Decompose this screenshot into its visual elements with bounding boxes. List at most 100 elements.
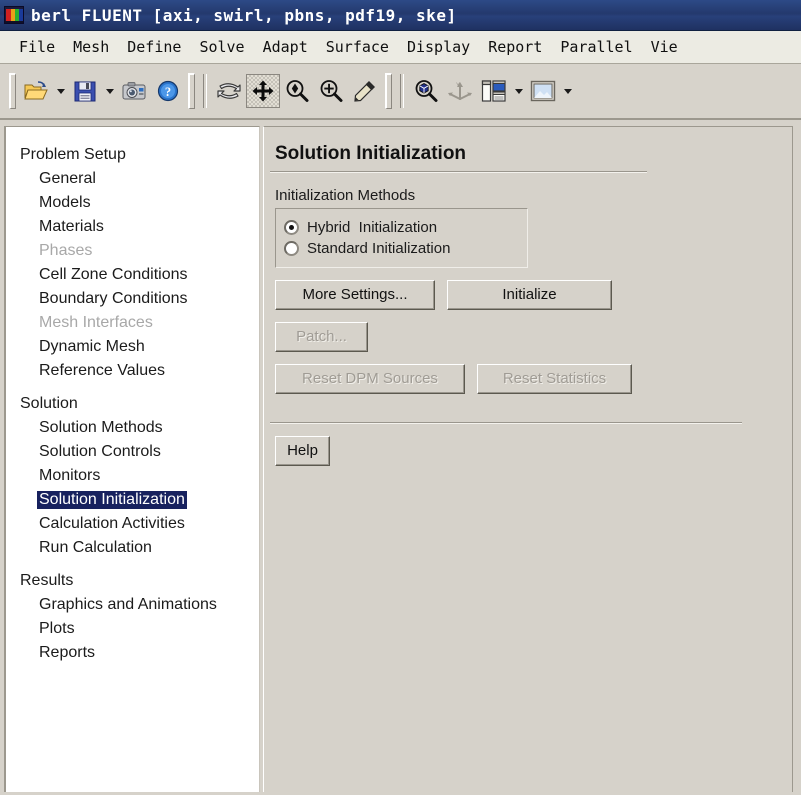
content-area: Problem Setup General Models Materials P… <box>0 120 801 795</box>
layout-dropdown[interactable] <box>511 74 526 108</box>
sidebar-item-general[interactable]: General <box>6 167 259 191</box>
sidebar-item-models[interactable]: Models <box>6 191 259 215</box>
patch-button-row: Patch... <box>264 322 792 352</box>
sidebar-item-reports[interactable]: Reports <box>6 641 259 665</box>
sidebar-item-label: Phases <box>39 242 93 259</box>
sidebar-item-label: Graphics and Animations <box>39 596 217 613</box>
sidebar-item-label: Solution Initialization <box>37 491 187 509</box>
sidebar-item-mesh-interfaces: Mesh Interfaces <box>6 311 259 335</box>
reset-button-row: Reset DPM Sources Reset Statistics <box>264 364 792 394</box>
sidebar-item-label: Monitors <box>39 467 101 484</box>
radio-hybrid-initialization[interactable]: Hybrid Initialization <box>284 217 521 238</box>
sidebar-item-dynamic-mesh[interactable]: Dynamic Mesh <box>6 335 259 359</box>
reset-statistics-button: Reset Statistics <box>477 364 632 394</box>
menu-item-adapt[interactable]: Adapt <box>254 35 317 60</box>
sidebar-item-solution-initialization[interactable]: Solution Initialization <box>6 488 259 512</box>
svg-text:Y: Y <box>456 83 460 89</box>
menu-item-solve[interactable]: Solve <box>190 35 253 60</box>
main-toolbar: ? Y <box>0 64 801 120</box>
open-file-dropdown[interactable] <box>53 74 68 108</box>
sidebar-item-materials[interactable]: Materials <box>6 215 259 239</box>
menu-item-view[interactable]: Vie <box>642 35 687 60</box>
sidebar-item-label: Solution Methods <box>39 419 163 436</box>
sidebar-item-label: General <box>39 170 96 187</box>
sidebar-item-label: Boundary Conditions <box>39 290 188 307</box>
save-file-icon[interactable] <box>68 74 102 108</box>
initialize-button[interactable]: Initialize <box>447 280 612 310</box>
initialization-methods-group: Hybrid Initialization Standard Initializ… <box>275 208 528 268</box>
sidebar-item-boundary-conditions[interactable]: Boundary Conditions <box>6 287 259 311</box>
footer-divider <box>270 422 742 424</box>
sidebar-item-label: Reference Values <box>39 362 165 379</box>
sidebar-item-solution-methods[interactable]: Solution Methods <box>6 416 259 440</box>
reset-view-icon[interactable] <box>212 74 246 108</box>
radio-label: Hybrid Initialization <box>307 219 438 236</box>
fluent-contour-icon <box>4 6 24 24</box>
menu-item-surface[interactable]: Surface <box>317 35 398 60</box>
tree-group-solution[interactable]: Solution <box>6 392 259 416</box>
layout-icon[interactable] <box>477 74 511 108</box>
sidebar-item-run-calculation[interactable]: Run Calculation <box>6 536 259 560</box>
sidebar-item-label: Reports <box>39 644 96 661</box>
radio-on-icon <box>284 220 299 235</box>
menu-item-report[interactable]: Report <box>479 35 551 60</box>
menu-item-define[interactable]: Define <box>118 35 190 60</box>
more-settings-button[interactable]: More Settings... <box>275 280 435 310</box>
sidebar-item-label: Models <box>39 194 91 211</box>
page-title: Solution Initialization <box>275 143 467 164</box>
sidebar-item-monitors[interactable]: Monitors <box>6 464 259 488</box>
svg-text:?: ? <box>165 85 171 99</box>
probe-icon[interactable] <box>348 74 382 108</box>
toolbar-grip-3[interactable] <box>385 73 392 109</box>
help-button[interactable]: Help <box>275 436 330 466</box>
sidebar-item-solution-controls[interactable]: Solution Controls <box>6 440 259 464</box>
toolbar-grip[interactable] <box>9 73 16 109</box>
sidebar-item-plots[interactable]: Plots <box>6 617 259 641</box>
menu-item-parallel[interactable]: Parallel <box>551 35 641 60</box>
zoom-in-icon[interactable] <box>314 74 348 108</box>
toolbar-separator-1 <box>203 74 207 108</box>
radio-standard-initialization[interactable]: Standard Initialization <box>284 238 521 259</box>
toolbar-grip-2[interactable] <box>188 73 195 109</box>
sidebar-item-reference-values[interactable]: Reference Values <box>6 359 259 383</box>
sidebar-item-label: Solution Controls <box>39 443 161 460</box>
window-title: berl FLUENT [axi, swirl, pbns, pdf19, sk… <box>31 5 457 25</box>
primary-button-row: More Settings... Initialize <box>264 280 792 310</box>
task-panel: Solution Initialization Initialization M… <box>263 126 793 792</box>
sidebar-item-label: Cell Zone Conditions <box>39 266 188 283</box>
menu-bar: File Mesh Define Solve Adapt Surface Dis… <box>0 31 801 64</box>
radio-label: Standard Initialization <box>307 240 451 257</box>
sidebar-item-calculation-activities[interactable]: Calculation Activities <box>6 512 259 536</box>
sidebar-item-label: Run Calculation <box>39 539 152 556</box>
fit-to-window-icon[interactable] <box>409 74 443 108</box>
sidebar-item-label: Plots <box>39 620 75 637</box>
camera-icon[interactable] <box>117 74 151 108</box>
title-bar: berl FLUENT [axi, swirl, pbns, pdf19, sk… <box>0 0 801 31</box>
sidebar-item-label: Calculation Activities <box>39 515 185 532</box>
toolbar-separator-2 <box>400 74 404 108</box>
tree-group-results[interactable]: Results <box>6 569 259 593</box>
viewport-icon[interactable] <box>526 74 560 108</box>
menu-item-file[interactable]: File <box>10 35 64 60</box>
radio-off-icon <box>284 241 299 256</box>
zoom-out-icon[interactable] <box>280 74 314 108</box>
menu-item-mesh[interactable]: Mesh <box>64 35 118 60</box>
initialization-methods-label: Initialization Methods <box>275 187 416 204</box>
pan-icon[interactable] <box>246 74 280 108</box>
tree-group-problem-setup[interactable]: Problem Setup <box>6 143 259 167</box>
navigation-tree: Problem Setup General Models Materials P… <box>4 126 260 792</box>
patch-button: Patch... <box>275 322 368 352</box>
sidebar-item-phases: Phases <box>6 239 259 263</box>
viewport-dropdown[interactable] <box>560 74 575 108</box>
help-icon[interactable]: ? <box>151 74 185 108</box>
fluent-application-window: berl FLUENT [axi, swirl, pbns, pdf19, sk… <box>0 0 801 795</box>
sidebar-item-label: Materials <box>39 218 104 235</box>
sidebar-item-cell-zone-conditions[interactable]: Cell Zone Conditions <box>6 263 259 287</box>
axes-icon[interactable]: Y <box>443 74 477 108</box>
save-file-dropdown[interactable] <box>102 74 117 108</box>
menu-item-display[interactable]: Display <box>398 35 479 60</box>
sidebar-item-graphics-and-animations[interactable]: Graphics and Animations <box>6 593 259 617</box>
open-file-icon[interactable] <box>19 74 53 108</box>
